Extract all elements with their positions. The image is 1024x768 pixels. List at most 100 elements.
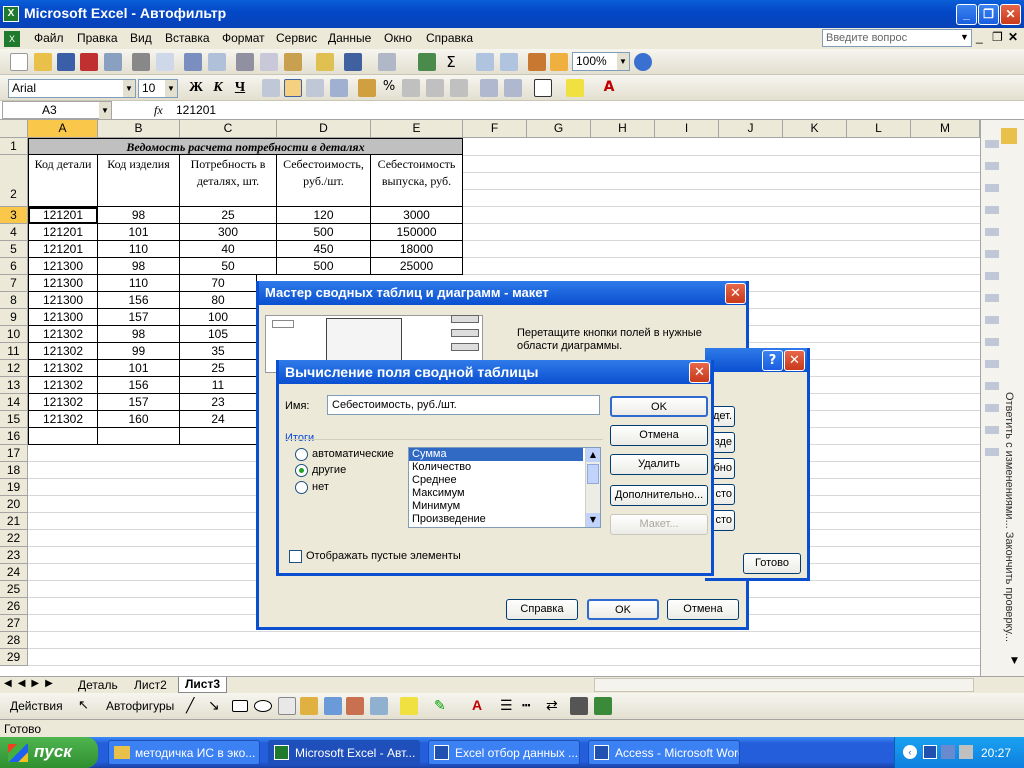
radio-automatic[interactable] bbox=[295, 448, 308, 461]
table-cell[interactable] bbox=[28, 428, 98, 445]
wizard-help-button[interactable]: Справка bbox=[506, 599, 578, 620]
menu-data[interactable]: Данные bbox=[328, 31, 371, 45]
table-cell[interactable]: 150000 bbox=[371, 224, 463, 241]
align-right-icon[interactable] bbox=[306, 79, 324, 97]
column-header-g[interactable]: G bbox=[527, 120, 591, 138]
table-cell[interactable]: 25000 bbox=[371, 258, 463, 275]
table-title[interactable]: Ведомость расчета потребности в деталях bbox=[28, 138, 463, 155]
tray-volume-icon[interactable] bbox=[959, 745, 973, 759]
table-cell[interactable]: 35 bbox=[180, 343, 257, 360]
paste-icon[interactable] bbox=[284, 53, 302, 71]
table-cell[interactable]: 99 bbox=[98, 343, 180, 360]
menu-view[interactable]: Вид bbox=[130, 31, 152, 45]
table-cell[interactable] bbox=[98, 428, 180, 445]
sort-descending-icon[interactable] bbox=[500, 53, 518, 71]
table-cell[interactable]: 500 bbox=[277, 258, 371, 275]
column-header-a[interactable]: A bbox=[28, 120, 98, 138]
header-cell[interactable]: Код изделия bbox=[98, 155, 180, 207]
sheet-tab-3[interactable]: Лист3 bbox=[178, 677, 228, 693]
table-cell[interactable]: 121302 bbox=[28, 377, 98, 394]
wizard-ok-button[interactable]: OK bbox=[587, 599, 659, 620]
field-button[interactable] bbox=[451, 343, 479, 351]
increase-decimal-icon[interactable] bbox=[426, 79, 444, 97]
tray-word-icon[interactable] bbox=[923, 745, 937, 759]
zoom-select[interactable]: 100% ▼ bbox=[572, 52, 630, 71]
list-item[interactable]: Сумма bbox=[409, 448, 583, 461]
arrow-icon[interactable]: ↘ bbox=[208, 697, 226, 715]
sheet-tab-detail[interactable]: Деталь bbox=[78, 678, 118, 692]
table-cell[interactable]: 160 bbox=[98, 411, 180, 428]
field-advanced-button[interactable]: Дополнительно... bbox=[610, 485, 708, 506]
field-button[interactable] bbox=[451, 315, 479, 323]
scroll-up-icon[interactable]: ▲ bbox=[586, 448, 600, 462]
select-pointer-icon[interactable]: ↖ bbox=[78, 697, 96, 715]
list-item[interactable]: Максимум bbox=[409, 487, 600, 500]
column-header-k[interactable]: K bbox=[783, 120, 847, 138]
list-item[interactable]: Произведение bbox=[409, 513, 600, 526]
draw-actions-menu[interactable]: Действия bbox=[10, 699, 63, 713]
3d-icon[interactable] bbox=[594, 697, 612, 715]
column-header-i[interactable]: I bbox=[655, 120, 719, 138]
align-left-icon[interactable] bbox=[262, 79, 280, 97]
align-center-icon[interactable] bbox=[284, 79, 302, 97]
row-header[interactable]: 26 bbox=[0, 598, 28, 615]
table-cell[interactable]: 110 bbox=[98, 241, 180, 258]
open-icon[interactable] bbox=[34, 53, 52, 71]
row-header[interactable]: 16 bbox=[0, 428, 28, 445]
line-icon[interactable]: ╱ bbox=[186, 697, 204, 715]
field-dialog-close-icon[interactable]: ✕ bbox=[689, 362, 710, 383]
taskbar-item-folder[interactable]: методичка ИС в эко... bbox=[108, 740, 260, 765]
table-cell[interactable]: 50 bbox=[180, 258, 277, 275]
row-header[interactable]: 15 bbox=[0, 411, 28, 428]
back-dialog-help-icon[interactable]: ? bbox=[762, 350, 783, 371]
folder-icon[interactable] bbox=[1001, 128, 1017, 144]
radio-none[interactable] bbox=[295, 481, 308, 494]
autoshapes-menu[interactable]: Автофигуры bbox=[106, 699, 174, 713]
row-header[interactable]: 14 bbox=[0, 394, 28, 411]
column-header-h[interactable]: H bbox=[591, 120, 655, 138]
font-size-select[interactable]: 10 ▼ bbox=[138, 79, 178, 98]
borders-icon[interactable] bbox=[534, 79, 552, 97]
table-cell[interactable]: 121201 bbox=[28, 224, 98, 241]
table-cell[interactable]: 101 bbox=[98, 360, 180, 377]
row-header[interactable]: 11 bbox=[0, 343, 28, 360]
show-empty-label[interactable]: Отображать пустые элементы bbox=[306, 550, 461, 562]
underline-button[interactable]: Ч bbox=[230, 78, 250, 98]
function-list[interactable]: Сумма Количество Среднее Максимум Миниму… bbox=[408, 447, 601, 528]
close-icon[interactable]: ✕ bbox=[1000, 4, 1021, 25]
autosum-icon[interactable]: Σ bbox=[442, 53, 460, 71]
row-header[interactable]: 2 bbox=[0, 155, 28, 207]
column-header-e[interactable]: E bbox=[371, 120, 463, 138]
ask-question-input[interactable]: Введите вопрос bbox=[822, 29, 972, 47]
line-style-icon[interactable]: ☰ bbox=[500, 697, 518, 715]
table-cell[interactable]: 121302 bbox=[28, 326, 98, 343]
list-item[interactable]: Среднее bbox=[409, 474, 600, 487]
row-header[interactable]: 8 bbox=[0, 292, 28, 309]
menu-insert[interactable]: Вставка bbox=[165, 31, 210, 45]
increase-indent-icon[interactable] bbox=[504, 79, 522, 97]
scroll-thumb[interactable] bbox=[587, 464, 599, 484]
row-header[interactable]: 21 bbox=[0, 513, 28, 530]
field-delete-button[interactable]: Удалить bbox=[610, 454, 708, 475]
horizontal-scrollbar[interactable] bbox=[594, 678, 974, 692]
fill-color-draw-icon[interactable] bbox=[400, 697, 418, 715]
table-cell[interactable]: 157 bbox=[98, 309, 180, 326]
merge-center-icon[interactable] bbox=[330, 79, 348, 97]
fx-icon[interactable]: fx bbox=[154, 103, 163, 118]
list-item[interactable]: Количество bbox=[409, 461, 600, 474]
table-cell[interactable]: 121300 bbox=[28, 275, 98, 292]
row-header[interactable]: 1 bbox=[0, 138, 28, 155]
taskbar-item-word-2[interactable]: Access - Microsoft Word bbox=[588, 740, 740, 765]
table-cell[interactable] bbox=[180, 428, 257, 445]
column-header-f[interactable]: F bbox=[463, 120, 527, 138]
currency-icon[interactable] bbox=[358, 79, 376, 97]
tray-expand-icon[interactable]: ‹ bbox=[903, 745, 917, 759]
table-cell[interactable]: 98 bbox=[98, 207, 180, 224]
doc-close-icon[interactable]: ✕ bbox=[1008, 30, 1018, 44]
header-cell[interactable]: Код детали bbox=[28, 155, 98, 207]
name-box[interactable]: A3 ▼ bbox=[2, 101, 112, 119]
table-cell[interactable]: 156 bbox=[98, 292, 180, 309]
table-cell[interactable]: 121302 bbox=[28, 411, 98, 428]
header-cell[interactable]: Себестоимость, руб./шт. bbox=[277, 155, 371, 207]
minimize-icon[interactable]: _ bbox=[956, 4, 977, 25]
